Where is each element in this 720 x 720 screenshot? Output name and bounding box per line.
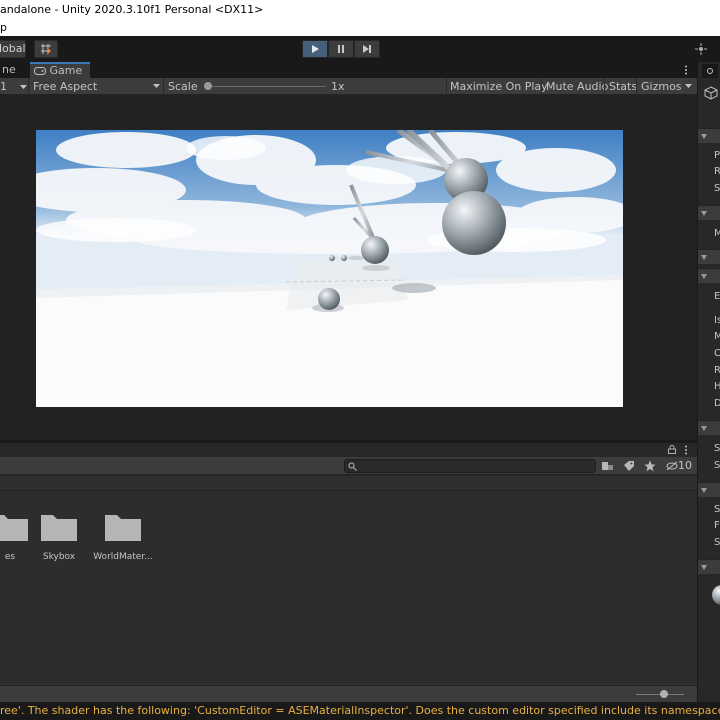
play-icon	[312, 45, 319, 53]
folder-icon	[41, 515, 77, 541]
field-letter: R	[714, 166, 720, 177]
material-preview-sphere-icon	[712, 585, 720, 605]
component-header[interactable]	[698, 268, 720, 283]
favorite-star-icon[interactable]	[644, 460, 656, 472]
game-view	[0, 95, 697, 440]
status-message: ree'. The shader has the following: 'Cus…	[0, 704, 720, 717]
tab-scene-label: ne	[2, 63, 16, 76]
gizmos-dropdown[interactable]: Gizmos	[641, 78, 697, 95]
project-tab-header	[0, 443, 697, 457]
hidden-packages-toggle[interactable]: 10	[666, 457, 692, 475]
label-tag-icon[interactable]	[623, 460, 635, 472]
field-letter: S	[714, 183, 720, 194]
folder-item[interactable]: WorldMater...	[88, 509, 158, 562]
grid-snap-icon	[41, 44, 51, 55]
window-title: andalone - Unity 2020.3.10f1 Personal <D…	[0, 3, 264, 16]
search-input[interactable]	[359, 460, 589, 472]
inspector-tab[interactable]	[702, 64, 718, 78]
step-button[interactable]	[354, 40, 380, 58]
search-field[interactable]	[344, 459, 596, 473]
field-letter: P	[714, 150, 720, 161]
tab-game-label: Game	[49, 64, 83, 77]
scale-value: 1x	[331, 80, 345, 93]
mute-audio-toggle[interactable]: Mute Audio	[546, 78, 608, 95]
menu-item-help[interactable]: p	[0, 21, 7, 34]
gamepad-icon	[34, 67, 46, 75]
icon-size-slider[interactable]	[636, 690, 684, 698]
scale-slider-thumb[interactable]	[204, 82, 212, 90]
field-letter: D	[714, 398, 720, 409]
menu-bar: p	[0, 20, 720, 36]
pause-icon	[338, 45, 344, 53]
step-icon	[363, 45, 371, 53]
field-letter: F	[714, 520, 720, 531]
tab-menu-icon[interactable]	[682, 65, 690, 75]
project-assets-grid: es Skybox WorldMater...	[0, 491, 697, 685]
pivot-global-toggle[interactable]: lobal	[0, 40, 26, 58]
display-label: 1	[0, 80, 7, 93]
tab-game[interactable]: Game	[30, 62, 90, 78]
folder-label: Skybox	[42, 552, 76, 562]
game-view-toolbar: 1 Free Aspect Scale 1x Maximize On Play …	[0, 78, 697, 95]
transform-header[interactable]	[698, 128, 720, 143]
chevron-down-icon	[153, 84, 160, 88]
scale-label: Scale	[168, 80, 198, 93]
field-letter: S	[714, 443, 720, 454]
game-render[interactable]	[36, 130, 623, 407]
field-letter: C	[714, 348, 720, 359]
search-icon	[348, 462, 357, 471]
inspector-panel: P R S M E Is M C R H D S S S F S	[697, 62, 720, 702]
icon-size-slider-thumb[interactable]	[660, 690, 668, 698]
grid-snap-button[interactable]	[34, 40, 58, 58]
folder-icon	[105, 515, 141, 541]
window-title-bar: andalone - Unity 2020.3.10f1 Personal <D…	[0, 0, 720, 20]
field-letter: M	[714, 228, 720, 239]
pause-button[interactable]	[328, 40, 354, 58]
project-toolbar: 10	[0, 457, 697, 475]
folder-item[interactable]: Skybox	[24, 509, 94, 562]
collab-icon[interactable]	[694, 42, 708, 56]
component-header[interactable]	[698, 482, 720, 497]
chevron-down-icon	[685, 84, 692, 88]
field-letter: Is	[714, 315, 720, 326]
play-button[interactable]	[302, 40, 328, 58]
field-letter: H	[714, 381, 720, 392]
console-status-bar[interactable]: ree'. The shader has the following: 'Cus…	[0, 702, 720, 720]
main-toolbar: lobal	[0, 36, 720, 62]
aspect-dropdown[interactable]: Free Aspect	[33, 78, 163, 95]
play-controls	[302, 40, 380, 58]
gameobject-cube-icon	[704, 86, 718, 100]
folder-label: WorldMater...	[93, 552, 153, 562]
field-letter: M	[714, 331, 720, 342]
view-tab-bar: ne Game	[0, 62, 697, 78]
display-dropdown[interactable]: 1	[0, 78, 28, 95]
field-letter: R	[714, 365, 720, 376]
stats-toggle[interactable]: Stats	[609, 78, 637, 95]
info-icon	[707, 68, 713, 74]
material-header[interactable]	[698, 559, 720, 574]
scale-slider[interactable]	[204, 82, 326, 90]
hidden-count: 10	[678, 459, 692, 472]
breadcrumb	[0, 476, 697, 491]
field-letter: E	[714, 291, 720, 302]
kebab-menu-icon[interactable]	[683, 445, 689, 455]
filter-by-type-icon[interactable]	[601, 460, 615, 472]
aspect-label: Free Aspect	[33, 80, 98, 93]
lock-icon[interactable]	[668, 445, 676, 454]
component-header[interactable]	[698, 249, 720, 264]
eye-hidden-icon	[666, 461, 678, 471]
game-scene-image	[36, 130, 623, 407]
field-letter: S	[714, 504, 720, 515]
gizmos-label: Gizmos	[641, 80, 682, 93]
field-letter: S	[714, 460, 720, 471]
component-header[interactable]	[698, 420, 720, 435]
global-label: lobal	[0, 42, 26, 55]
project-footer	[0, 685, 697, 702]
component-header[interactable]	[698, 205, 720, 220]
tab-scene[interactable]: ne	[0, 62, 28, 78]
field-letter: S	[714, 537, 720, 548]
chevron-down-icon	[19, 84, 27, 89]
maximize-on-play-toggle[interactable]: Maximize On Play	[450, 78, 548, 95]
